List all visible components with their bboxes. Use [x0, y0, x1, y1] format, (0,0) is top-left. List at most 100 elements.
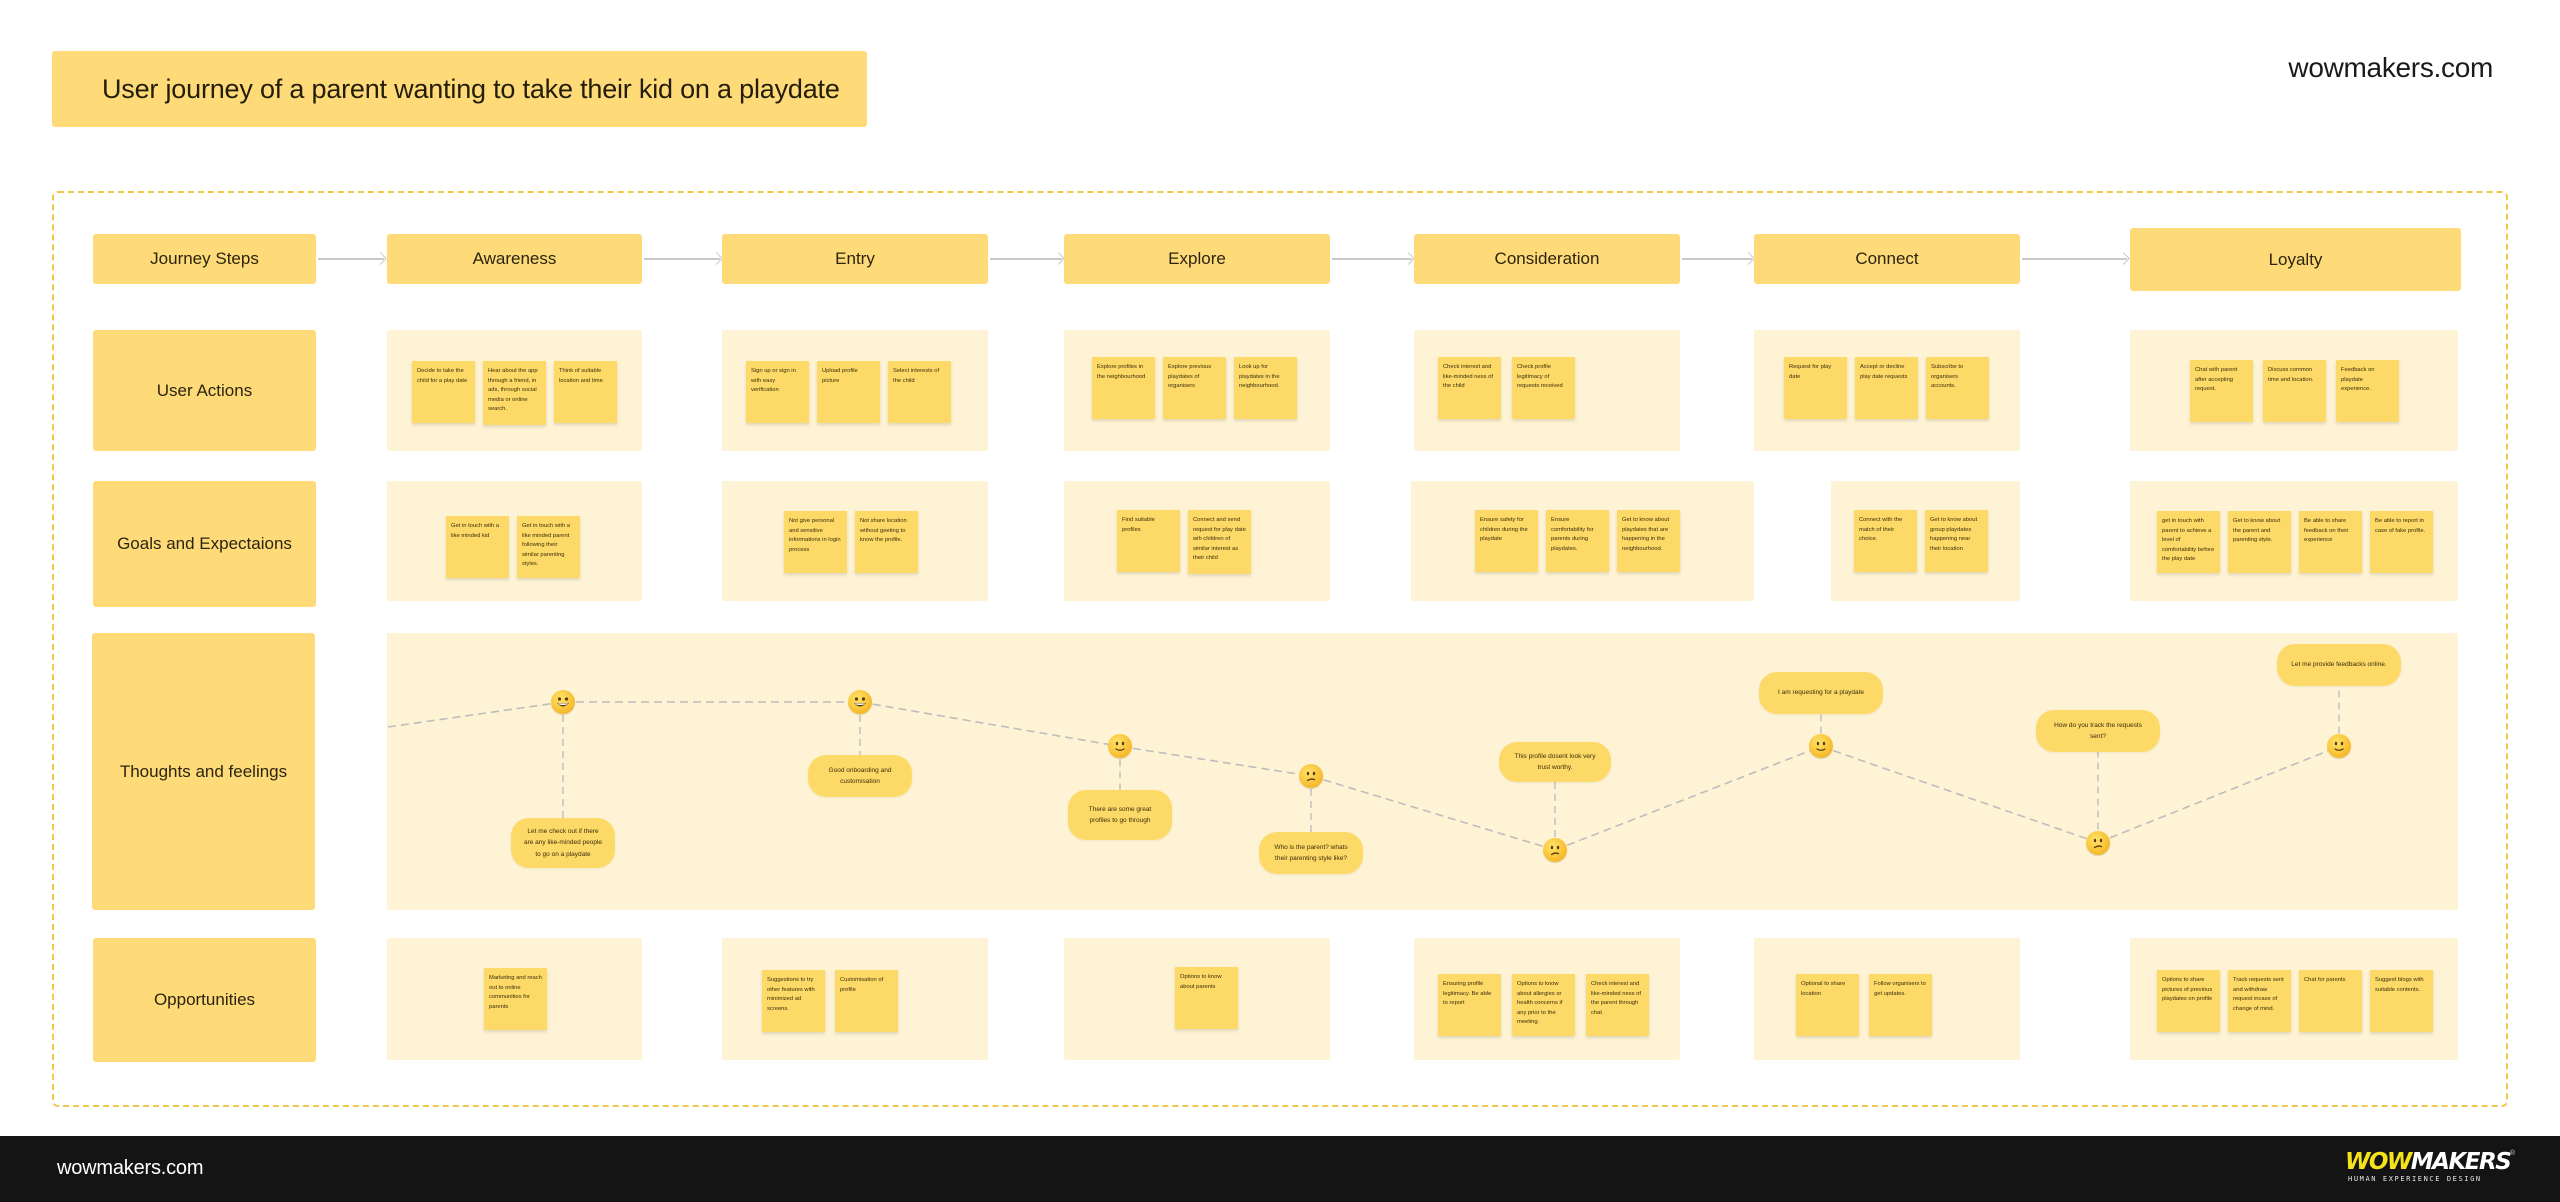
sticky-note[interactable]: Customisation of profile [835, 970, 898, 1032]
opps-notes-connect: Optional to share location Follow organi… [1796, 974, 1932, 1036]
arrow-connector [1332, 258, 1412, 260]
thoughts-panel [387, 633, 2458, 910]
opps-notes-explore: Options to know about parents [1175, 967, 1238, 1029]
sticky-note[interactable]: Suggestions to try other features with m… [762, 970, 825, 1032]
opps-notes-entry: Suggestions to try other features with m… [762, 970, 898, 1032]
sticky-note[interactable]: Check profile legitimacy of requests rec… [1512, 357, 1575, 419]
sticky-note[interactable]: Options to share pictures of previous pl… [2157, 970, 2220, 1032]
goals-notes-consideration: Ensure safety for children during the pl… [1475, 510, 1680, 572]
sticky-note[interactable]: Chat with parent after accepting request… [2190, 360, 2253, 422]
logo-tagline: HUMAN EXPERIENCE DESIGN [2348, 1175, 2482, 1183]
row-label-goals: Goals and Expectaions [93, 481, 316, 607]
sticky-note[interactable]: Not share location without geeting to kn… [855, 511, 918, 573]
actions-notes-entry: Sign up or sign in with easy verificatio… [746, 361, 951, 423]
wowmakers-logo[interactable]: WOWMAKERS HUMAN EXPERIENCE DESIGN ® [2345, 1150, 2515, 1188]
logo-wow: WOW [2345, 1149, 2412, 1175]
slight-smile-face-icon [2327, 734, 2351, 759]
thought-bubble[interactable]: Good onboarding and customisation [808, 755, 912, 797]
goals-notes-connect: Connect with the match of their choice. … [1854, 510, 1988, 572]
brand-url[interactable]: wowmakers.com [2288, 52, 2493, 84]
sticky-note[interactable]: Options to know about parents [1175, 967, 1238, 1029]
sticky-note[interactable]: Ensure safety for children during the pl… [1475, 510, 1538, 572]
stage-awareness: Awareness [387, 234, 642, 284]
stage-loyalty: Loyalty [2130, 228, 2461, 291]
sticky-note[interactable]: Get to know about the parent and parenti… [2228, 511, 2291, 573]
sticky-note[interactable]: Options to know about allergies or healt… [1512, 974, 1575, 1036]
sticky-note[interactable]: Check interest and like-minded ness of t… [1586, 974, 1649, 1036]
thought-bubble[interactable]: Who is the parent? whats their parenting… [1259, 832, 1363, 874]
sticky-note[interactable]: Explore previous playdates of organisers [1163, 357, 1226, 419]
sticky-note[interactable]: Request for play date [1784, 357, 1847, 419]
sticky-note[interactable]: Track requests sent and withdraw request… [2228, 970, 2291, 1032]
arrow-connector [2022, 258, 2127, 260]
sticky-note[interactable]: Connect and send request for play date w… [1188, 510, 1251, 574]
sticky-note[interactable]: Marketing and reach out to online commun… [484, 968, 547, 1030]
logo-wordmark: WOWMAKERS [2345, 1150, 2515, 1174]
stage-consideration: Consideration [1414, 234, 1680, 284]
actions-notes-explore: Explore profiles in the neighbourhood Ex… [1092, 357, 1297, 419]
sticky-note[interactable]: Look up for playdates in the neighbourho… [1234, 357, 1297, 419]
actions-notes-connect: Request for play date Accept or decline … [1784, 357, 1989, 419]
stage-entry: Entry [722, 234, 988, 284]
sticky-note[interactable]: Get to know about group playdates happen… [1925, 510, 1988, 572]
sticky-note[interactable]: Sign up or sign in with easy verificatio… [746, 361, 809, 423]
goals-notes-entry: Not give personal and sensitive informat… [784, 511, 918, 573]
stage-connect: Connect [1754, 234, 2020, 284]
sticky-note[interactable]: Hear about the app through a friend, in … [483, 361, 546, 425]
row-label-thoughts: Thoughts and feelings [92, 633, 315, 910]
sticky-note[interactable]: Be able to report in case of fake profil… [2370, 511, 2433, 573]
actions-notes-loyalty: Chat with parent after accepting request… [2190, 360, 2399, 422]
thought-bubble[interactable]: I am requesting for a playdate [1759, 672, 1883, 714]
slight-smile-face-icon [1108, 734, 1132, 759]
arrow-connector [1682, 258, 1752, 260]
actions-notes-consideration: Check interest and like-minded ness of t… [1438, 357, 1575, 419]
sticky-note[interactable]: Explore profiles in the neighbourhood [1092, 357, 1155, 419]
arrow-connector [318, 258, 384, 260]
row-label-journey-steps: Journey Steps [93, 234, 316, 284]
registered-mark-icon: ® [2509, 1150, 2515, 1157]
sticky-note[interactable]: Think of suitable location and time [554, 361, 617, 423]
sticky-note[interactable]: Be able to share feedback on their exper… [2299, 511, 2362, 573]
sticky-note[interactable]: Select interests of the child [888, 361, 951, 423]
thought-bubble[interactable]: How do you track the requests sent? [2036, 710, 2160, 752]
sticky-note[interactable]: Feedback on playdate experience. [2336, 360, 2399, 422]
row-label-opportunities: Opportunities [93, 938, 316, 1062]
footer-bar [0, 1136, 2560, 1202]
sticky-note[interactable]: Connect with the match of their choice. [1854, 510, 1917, 572]
sticky-note[interactable]: Subscribe to organisers accounts. [1926, 357, 1989, 419]
sticky-note[interactable]: Discuss common time and location. [2263, 360, 2326, 422]
page-title: User journey of a parent wanting to take… [52, 51, 867, 127]
sticky-note[interactable]: Get in touch with a like minded kid [446, 516, 509, 578]
thought-bubble[interactable]: This profile dosent look very trust wort… [1499, 742, 1611, 782]
sticky-note[interactable]: Follow organisers to get updates. [1869, 974, 1932, 1036]
sticky-note[interactable]: Ensuring profile legitimacy. Be able to … [1438, 974, 1501, 1036]
sticky-note[interactable]: Decide to take the child for a play date [412, 361, 475, 423]
sticky-note[interactable]: Optional to share location [1796, 974, 1859, 1036]
goals-notes-explore: Find suitable profiles Connect and send … [1117, 510, 1251, 574]
sticky-note[interactable]: Find suitable profiles [1117, 510, 1180, 572]
sticky-note[interactable]: Accept or decline play date requests [1855, 357, 1918, 419]
footer-url[interactable]: wowmakers.com [57, 1157, 204, 1180]
sticky-note[interactable]: get in touch with parent to achieve a le… [2157, 511, 2220, 573]
stage-explore: Explore [1064, 234, 1330, 284]
sticky-note[interactable]: Not give personal and sensitive informat… [784, 511, 847, 573]
logo-makers: MAKERS [2410, 1149, 2512, 1175]
actions-notes-awareness: Decide to take the child for a play date… [412, 361, 617, 425]
opps-notes-awareness: Marketing and reach out to online commun… [484, 968, 547, 1030]
sticky-note[interactable]: Ensure comfortability for parents during… [1546, 510, 1609, 572]
sticky-note[interactable]: Chat for parents [2299, 970, 2362, 1032]
opps-notes-consideration: Ensuring profile legitimacy. Be able to … [1438, 974, 1649, 1036]
sticky-note[interactable]: Check interest and like-minded ness of t… [1438, 357, 1501, 419]
thought-bubble[interactable]: Let me check out if there are any like-m… [511, 818, 615, 868]
thought-bubble[interactable]: Let me provide feedbacks online. [2277, 644, 2401, 686]
sticky-note[interactable]: Upload profile picture [817, 361, 880, 423]
sticky-note[interactable]: Get to know about playdates that are hap… [1617, 510, 1680, 572]
slight-smile-face-icon [1809, 734, 1833, 759]
grinning-face-icon [551, 690, 575, 714]
sticky-note[interactable]: Get in touch with a like minded parent f… [517, 516, 580, 578]
sticky-note[interactable]: Suggest blogs with suitable contents. [2370, 970, 2433, 1032]
confused-face-icon [1299, 764, 1323, 788]
goals-notes-loyalty: get in touch with parent to achieve a le… [2157, 511, 2433, 573]
arrow-connector [644, 258, 720, 260]
thought-bubble[interactable]: There are some great profiles to go thro… [1068, 790, 1172, 840]
